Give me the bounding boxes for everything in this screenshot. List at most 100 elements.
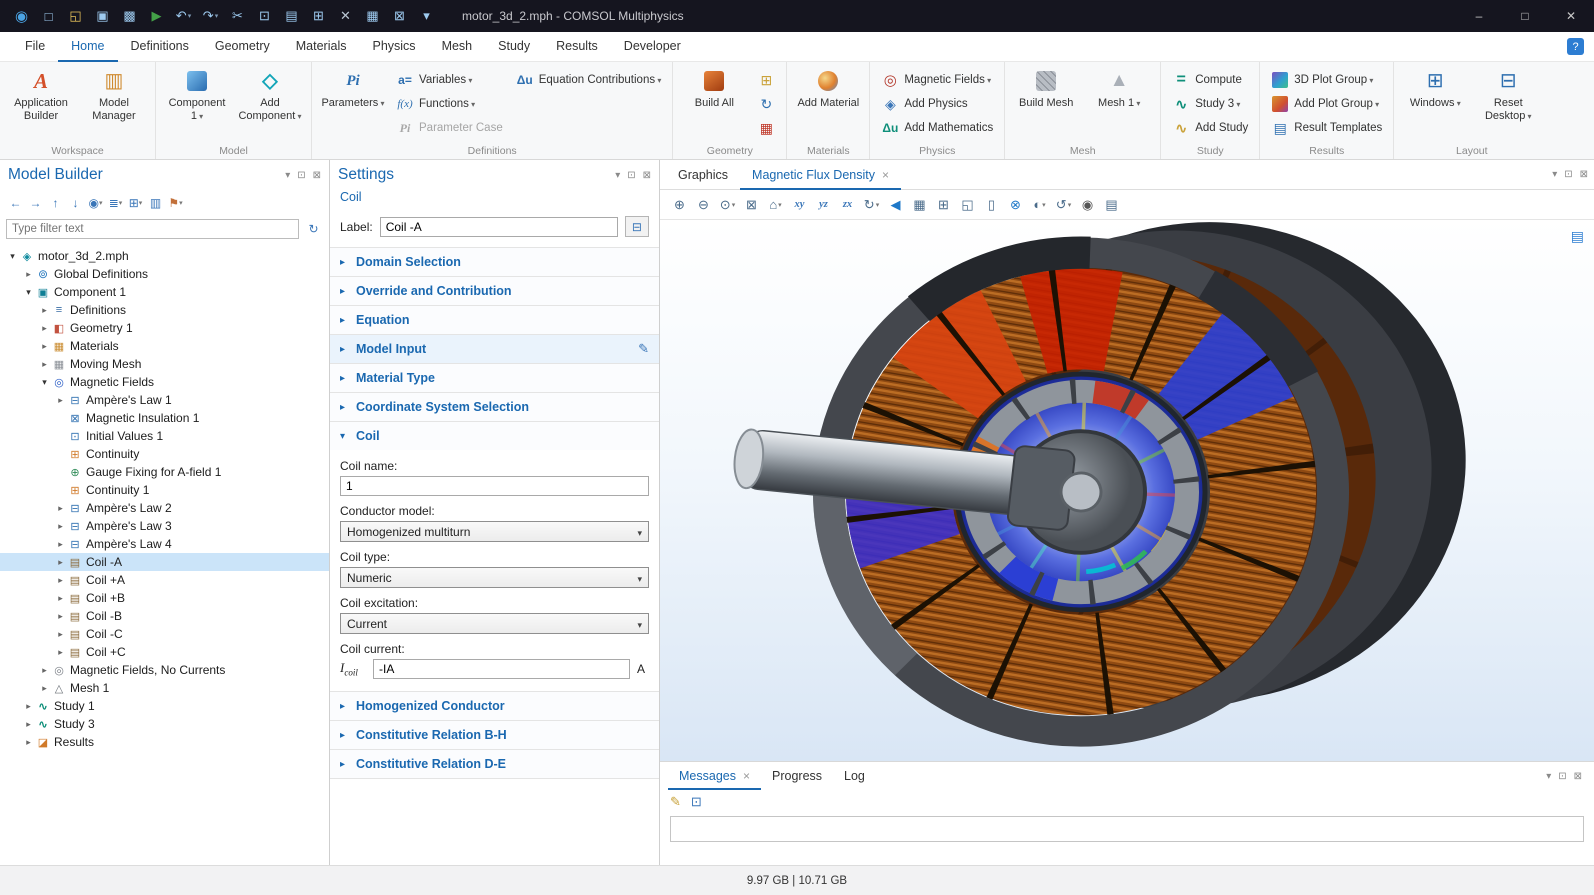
update-plot-icon[interactable]: ↻: [860, 193, 883, 217]
new-file-icon[interactable]: □: [35, 0, 62, 32]
panel-menu-icon[interactable]: ▾: [1546, 771, 1551, 782]
evaluate-table-icon[interactable]: ⊞: [932, 193, 955, 217]
ribbon-tab[interactable]: Definitions: [118, 32, 202, 62]
section-homogenized-conductor[interactable]: Homogenized Conductor: [330, 691, 659, 720]
tree-expand-icon[interactable]: [22, 269, 35, 280]
panel-close-icon[interactable]: ⊠: [1580, 169, 1588, 180]
tree-expand-icon[interactable]: [54, 395, 67, 406]
tree-expand-icon[interactable]: [54, 647, 67, 658]
undo-icon[interactable]: ↶: [170, 0, 197, 32]
ribbon-tab[interactable]: Geometry: [202, 32, 283, 62]
panel-close-icon[interactable]: ⊠: [313, 170, 321, 181]
tree-expand-icon[interactable]: [38, 359, 51, 370]
tree-item[interactable]: Coil +C: [0, 643, 329, 661]
build-mesh-button[interactable]: Build Mesh: [1013, 68, 1079, 110]
ribbon-tab[interactable]: Physics: [359, 32, 428, 62]
panel-menu-icon[interactable]: ▾: [1552, 169, 1557, 180]
section-equation[interactable]: Equation: [330, 305, 659, 334]
coil-name-input[interactable]: [340, 476, 649, 496]
section-model-input[interactable]: Model Input: [330, 334, 659, 363]
tree-item[interactable]: Gauge Fixing for A-field 1: [0, 463, 329, 481]
tree-item[interactable]: Component 1: [0, 283, 329, 301]
graphics-context-menu-icon[interactable]: [1571, 228, 1584, 245]
minimize-button[interactable]: –: [1456, 0, 1502, 32]
tree-item[interactable]: Initial Values 1: [0, 427, 329, 445]
tree-item[interactable]: Definitions: [0, 301, 329, 319]
maximize-button[interactable]: □: [1502, 0, 1548, 32]
tree-item[interactable]: Magnetic Fields, No Currents: [0, 661, 329, 679]
add-component-button[interactable]: Add Component: [237, 68, 303, 123]
tree-item[interactable]: Materials: [0, 337, 329, 355]
panel-menu-icon[interactable]: ▾: [615, 170, 620, 181]
tree-expand-icon[interactable]: [54, 539, 67, 550]
section-constitutive-relation-de[interactable]: Constitutive Relation D-E: [330, 749, 659, 778]
reset-desktop-button[interactable]: Reset Desktop: [1475, 68, 1541, 123]
tree-item[interactable]: Study 1: [0, 697, 329, 715]
delete-icon[interactable]: ✕: [332, 0, 359, 32]
zoom-box-icon[interactable]: ⊙: [716, 193, 739, 217]
tree-item[interactable]: Ampère's Law 2: [0, 499, 329, 517]
zoom-out-icon[interactable]: ⊖: [692, 193, 715, 217]
add-material-button[interactable]: Add Material: [795, 68, 861, 110]
section-coordinate-system-selection[interactable]: Coordinate System Selection: [330, 392, 659, 421]
tree-expand-icon[interactable]: [6, 251, 19, 262]
scene-settings-icon[interactable]: ◐: [1028, 193, 1051, 217]
selection-highlight-icon[interactable]: ◀: [884, 193, 907, 217]
tree-item[interactable]: Mesh 1: [0, 679, 329, 697]
tree-item[interactable]: motor_3d_2.mph: [0, 247, 329, 265]
paste-icon[interactable]: ▤: [278, 0, 305, 32]
copy-icon[interactable]: ⊡: [251, 0, 278, 32]
image-grid-icon[interactable]: ▦: [908, 193, 931, 217]
tab-progress[interactable]: Progress: [761, 762, 833, 790]
panel-float-icon[interactable]: ⊡: [297, 170, 305, 181]
clear-messages-icon[interactable]: ✎: [670, 794, 681, 810]
tree-expand-icon[interactable]: [54, 557, 67, 568]
component-1-button[interactable]: Component 1: [164, 68, 230, 123]
tree-item[interactable]: Coil -A: [0, 553, 329, 571]
tree-filter-input[interactable]: [6, 219, 299, 239]
equation-contributions-button[interactable]: Equation Contributions: [513, 70, 665, 90]
insert-sequence-button[interactable]: [754, 70, 778, 90]
add-mathematics-button[interactable]: Add Mathematics: [878, 118, 996, 138]
tree-expand-icon[interactable]: [54, 593, 67, 604]
panel-close-icon[interactable]: ⊠: [1574, 771, 1582, 782]
tree-expand-icon[interactable]: [22, 287, 35, 298]
ribbon-tab[interactable]: Study: [485, 32, 543, 62]
parameters-button[interactable]: Parameters: [320, 68, 386, 110]
tree-item[interactable]: Study 3: [0, 715, 329, 733]
tree-item[interactable]: Coil +A: [0, 571, 329, 589]
tree-expand-icon[interactable]: [54, 629, 67, 640]
section-coil[interactable]: Coil: [330, 421, 659, 450]
tree-item[interactable]: Continuity 1: [0, 481, 329, 499]
tree-item[interactable]: Ampère's Law 3: [0, 517, 329, 535]
collapse-all-icon[interactable]: ≣: [106, 192, 125, 214]
tree-item[interactable]: Magnetic Insulation 1: [0, 409, 329, 427]
panel-float-icon[interactable]: ⊡: [1564, 169, 1572, 180]
lock-view-icon[interactable]: ⊗: [1004, 193, 1027, 217]
mesh-1-button[interactable]: Mesh 1: [1086, 68, 1152, 110]
windows-button[interactable]: Windows: [1402, 68, 1468, 110]
refresh-filter-icon[interactable]: ↻: [304, 218, 323, 240]
view-yz-plane-icon[interactable]: yz: [812, 193, 835, 217]
tree-expand-icon[interactable]: [54, 611, 67, 622]
run-icon[interactable]: ▶: [143, 0, 170, 32]
back-icon[interactable]: ←: [6, 192, 25, 214]
zoom-in-icon[interactable]: ⊕: [668, 193, 691, 217]
preview-icon[interactable]: ▩: [116, 0, 143, 32]
update-geometry-button[interactable]: [754, 94, 778, 114]
tab-magnetic-flux-density[interactable]: Magnetic Flux Density: [740, 160, 901, 190]
show-icon[interactable]: ◉: [86, 192, 105, 214]
tree-item[interactable]: Coil -C: [0, 625, 329, 643]
close-button[interactable]: ✕: [1548, 0, 1594, 32]
tree-expand-icon[interactable]: [54, 575, 67, 586]
panel-float-icon[interactable]: ⊡: [1558, 771, 1566, 782]
edit-model-input-icon[interactable]: [638, 341, 649, 357]
tree-expand-icon[interactable]: [22, 719, 35, 730]
tree-expand-icon[interactable]: [38, 665, 51, 676]
coil-type-select[interactable]: Numeric: [340, 567, 649, 588]
panel-float-icon[interactable]: ⊡: [627, 170, 635, 181]
section-override-and-contribution[interactable]: Override and Contribution: [330, 276, 659, 305]
clip-plane-icon[interactable]: ◱: [956, 193, 979, 217]
tree-item[interactable]: Magnetic Fields: [0, 373, 329, 391]
close-tab-icon[interactable]: [743, 769, 750, 783]
